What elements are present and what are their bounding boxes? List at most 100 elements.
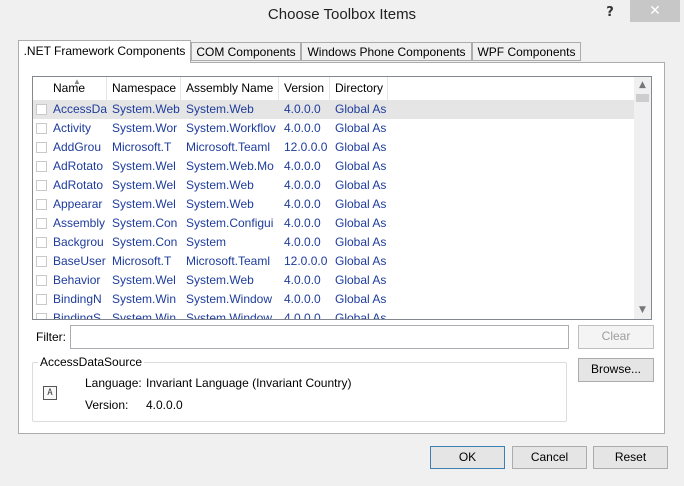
- row-checkbox[interactable]: [36, 104, 47, 115]
- name-cell: AdRotato: [53, 178, 104, 192]
- scroll-thumb[interactable]: [636, 94, 649, 102]
- filter-input[interactable]: [70, 325, 569, 349]
- row-checkbox[interactable]: [36, 218, 47, 229]
- namespace-cell: System.Con: [112, 235, 178, 249]
- name-cell: Backgrou: [53, 235, 104, 249]
- version-cell: 4.0.0.0: [284, 159, 321, 173]
- name-cell: Appearar: [53, 197, 103, 211]
- language-label: Language:: [85, 376, 142, 390]
- assembly-cell: Microsoft.Teaml: [186, 140, 271, 154]
- namespace-cell: System.Wel: [112, 178, 176, 192]
- namespace-cell: System.Win: [112, 292, 177, 306]
- ok-button[interactable]: OK: [430, 446, 505, 469]
- table-row[interactable]: Assembly System.Con System.Configui 4.0.0.0…: [33, 214, 635, 233]
- directory-cell: Global As: [335, 254, 387, 268]
- row-checkbox[interactable]: [36, 180, 47, 191]
- version-cell: 4.0.0.0: [284, 197, 321, 211]
- directory-cell: Global As: [335, 121, 387, 135]
- row-checkbox[interactable]: [36, 161, 47, 172]
- tab-windows-phone-components[interactable]: Windows Phone Components: [301, 42, 472, 61]
- directory-cell: Global As: [335, 140, 387, 154]
- assembly-cell: System.Window: [186, 311, 273, 320]
- namespace-cell: System.Wel: [112, 159, 176, 173]
- row-checkbox[interactable]: [36, 199, 47, 210]
- table-row[interactable]: Backgrou System.Con System 4.0.0.0 Global As: [33, 233, 635, 252]
- name-cell: AccessDa: [53, 102, 107, 116]
- row-checkbox[interactable]: [36, 256, 47, 267]
- directory-cell: Global As: [335, 102, 387, 116]
- table-row[interactable]: BindingN System.Win System.Window 4.0.0.0 Gl…: [33, 290, 635, 309]
- version-cell: 4.0.0.0: [284, 235, 321, 249]
- table-row[interactable]: AddGrou Microsoft.T Microsoft.Teaml 12.0.0.…: [33, 138, 635, 157]
- reset-button[interactable]: Reset: [593, 446, 668, 469]
- details-group: [32, 362, 567, 422]
- window-title: Choose Toolbox Items: [267, 6, 417, 23]
- namespace-cell: System.Win: [112, 311, 177, 320]
- cancel-button[interactable]: Cancel: [512, 446, 587, 469]
- column-header-directory[interactable]: Directory: [330, 77, 388, 100]
- table-row[interactable]: AccessDa System.Web System.Web 4.0.0.0 Globa…: [33, 100, 635, 119]
- table-row[interactable]: Activity System.Wor System.Workflov 4.0.0.0…: [33, 119, 635, 138]
- tab-com-components[interactable]: COM Components: [191, 42, 301, 61]
- tab-net-framework-components[interactable]: .NET Framework Components: [18, 40, 191, 63]
- column-header-version[interactable]: Version: [279, 77, 330, 100]
- scroll-down-icon[interactable]: ▼: [634, 302, 651, 319]
- table-row[interactable]: AdRotato System.Wel System.Web.Mo 4.0.0.0 Gl…: [33, 157, 635, 176]
- row-checkbox[interactable]: [36, 294, 47, 305]
- directory-cell: Global As: [335, 311, 387, 320]
- assembly-cell: System.Web: [186, 178, 254, 192]
- namespace-cell: System.Wel: [112, 273, 176, 287]
- vertical-scrollbar[interactable]: ▲ ▼: [634, 77, 651, 319]
- namespace-cell: System.Wor: [112, 121, 178, 135]
- column-header-assembly-name[interactable]: Assembly Name: [181, 77, 279, 100]
- assembly-cell: System.Web.Mo: [186, 159, 274, 173]
- table-row[interactable]: BindingS System.Win System.Window 4.0.0.0 Gl…: [33, 309, 635, 320]
- table-row[interactable]: Behavior System.Wel System.Web 4.0.0.0 Globa…: [33, 271, 635, 290]
- directory-cell: Global As: [335, 197, 387, 211]
- details-group-title: AccessDataSource: [38, 355, 145, 369]
- name-cell: BaseUser: [53, 254, 106, 268]
- column-header-name[interactable]: Name ▲: [48, 77, 107, 100]
- row-checkbox[interactable]: [36, 313, 47, 319]
- assembly-cell: System.Workflov: [186, 121, 276, 135]
- version-cell: 4.0.0.0: [284, 311, 321, 320]
- name-cell: Assembly: [53, 216, 106, 230]
- name-cell: BindingS: [53, 311, 102, 320]
- row-checkbox[interactable]: [36, 237, 47, 248]
- directory-cell: Global As: [335, 159, 387, 173]
- table-row[interactable]: BaseUser Microsoft.T Microsoft.Teaml 12.0.0…: [33, 252, 635, 271]
- components-list[interactable]: Name ▲ Namespace Assembly Name Version D…: [32, 76, 652, 320]
- language-value: Invariant Language (Invariant Country): [146, 376, 352, 390]
- close-button[interactable]: ✕: [630, 0, 680, 22]
- row-checkbox[interactable]: [36, 142, 47, 153]
- version-cell: 4.0.0.0: [284, 102, 321, 116]
- list-header: Name ▲ Namespace Assembly Name Version D…: [33, 77, 635, 101]
- assembly-cell: System.Configui: [186, 216, 274, 230]
- name-cell: Activity: [53, 121, 92, 135]
- version-cell: 4.0.0.0: [284, 273, 321, 287]
- browse-button[interactable]: Browse...: [578, 358, 654, 382]
- namespace-cell: Microsoft.T: [112, 254, 172, 268]
- help-button[interactable]: ?: [598, 4, 622, 22]
- filter-label: Filter:: [36, 330, 66, 344]
- version-cell: 12.0.0.0: [284, 254, 328, 268]
- table-row[interactable]: Appearar System.Wel System.Web 4.0.0.0 Globa…: [33, 195, 635, 214]
- assembly-cell: Microsoft.Teaml: [186, 254, 271, 268]
- namespace-cell: Microsoft.T: [112, 140, 172, 154]
- row-checkbox[interactable]: [36, 123, 47, 134]
- name-cell: AddGrou: [53, 140, 102, 154]
- row-checkbox[interactable]: [36, 275, 47, 286]
- table-row[interactable]: AdRotato System.Wel System.Web 4.0.0.0 Globa…: [33, 176, 635, 195]
- directory-cell: Global As: [335, 235, 387, 249]
- directory-cell: Global As: [335, 178, 387, 192]
- version-cell: 12.0.0.0: [284, 140, 328, 154]
- directory-cell: Global As: [335, 273, 387, 287]
- tab-wpf-components[interactable]: WPF Components: [472, 42, 581, 61]
- assembly-cell: System: [186, 235, 227, 249]
- column-header-namespace[interactable]: Namespace: [107, 77, 181, 100]
- version-value: 4.0.0.0: [146, 398, 183, 412]
- name-cell: AdRotato: [53, 159, 104, 173]
- directory-cell: Global As: [335, 292, 387, 306]
- clear-button[interactable]: Clear: [578, 325, 654, 349]
- scroll-up-icon[interactable]: ▲: [634, 77, 651, 94]
